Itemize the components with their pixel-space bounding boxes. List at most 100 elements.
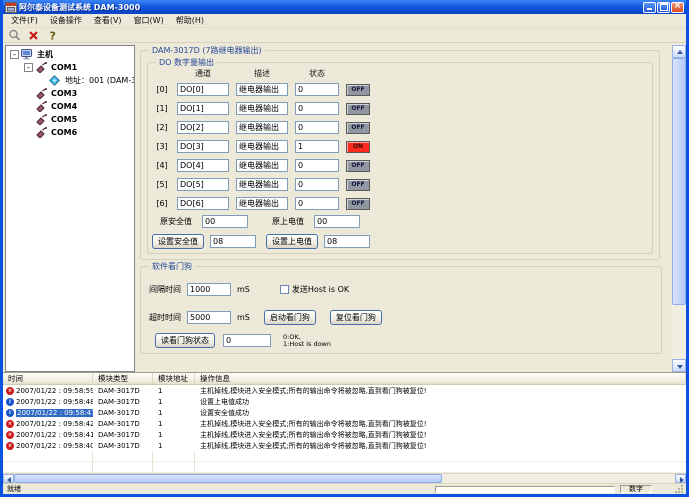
do-index-label-6: [6] <box>154 199 170 208</box>
do-desc-input-2[interactable] <box>236 121 288 134</box>
tree-item-com1[interactable]: -COM1 <box>6 61 134 74</box>
log-row-1[interactable]: i2007/01/22 : 09:58:48DAM-3017D1设置上电值成功 <box>3 396 686 407</box>
log-horizontal-scrollbar[interactable] <box>3 473 686 483</box>
app-window: 阿尔泰设备测试系统 DAM-3000 文件(F)设备操作查看(V)窗口(W)帮助… <box>0 0 689 497</box>
menu-item-file[interactable]: 文件(F) <box>5 14 44 27</box>
log-address-cell: 1 <box>153 442 195 450</box>
do-channel-input-1[interactable] <box>177 102 229 115</box>
tree-item-com5[interactable]: COM5 <box>6 113 134 126</box>
resize-grip[interactable] <box>674 485 684 494</box>
send-host-checkbox[interactable] <box>280 285 289 294</box>
do-status-input-1[interactable] <box>295 102 339 115</box>
menu-item-device-operation[interactable]: 设备操作 <box>44 14 88 27</box>
reset-watchdog-button[interactable]: 复位看门狗 <box>330 310 382 325</box>
hscrollbar-track[interactable] <box>14 474 675 483</box>
log-row-5[interactable]: ×2007/01/22 : 09:58:40DAM-3017D1主机掉线,模块进… <box>3 440 686 451</box>
do-status-input-4[interactable] <box>295 159 339 172</box>
do-desc-input-6[interactable] <box>236 197 288 210</box>
set-power-value-input[interactable] <box>324 235 370 248</box>
menu-item-view[interactable]: 查看(V) <box>88 14 128 27</box>
window-title: 阿尔泰设备测试系统 DAM-3000 <box>19 2 642 13</box>
do-column-header-2: 状态 <box>295 68 339 79</box>
computer-icon <box>21 49 34 60</box>
titlebar[interactable]: 阿尔泰设备测试系统 DAM-3000 <box>3 0 686 14</box>
tree-item-com3[interactable]: COM3 <box>6 87 134 100</box>
do-channel-input-4[interactable] <box>177 159 229 172</box>
do-channel-input-3[interactable] <box>177 140 229 153</box>
main-vertical-scrollbar[interactable] <box>672 45 686 372</box>
do-toggle-button-1[interactable]: OFF <box>346 103 370 115</box>
tree-item-address-001[interactable]: 地址：001 (DAM-3017D) <box>6 74 134 87</box>
log-column-module-address[interactable]: 模块地址 <box>153 373 195 384</box>
do-channel-input-6[interactable] <box>177 197 229 210</box>
timeout-input[interactable] <box>187 311 231 324</box>
do-status-input-5[interactable] <box>295 178 339 191</box>
do-desc-input-0[interactable] <box>236 83 288 96</box>
menu-item-help[interactable]: 帮助(H) <box>170 14 210 27</box>
do-channel-input-0[interactable] <box>177 83 229 96</box>
maximize-button[interactable] <box>657 2 670 13</box>
log-column-operation-info[interactable]: 操作信息 <box>195 373 686 384</box>
do-toggle-button-5[interactable]: OFF <box>346 179 370 191</box>
do-toggle-button-0[interactable]: OFF <box>346 84 370 96</box>
watchdog-status-field[interactable] <box>223 334 271 347</box>
minimize-button[interactable] <box>643 2 656 13</box>
red-x-icon[interactable] <box>25 29 41 42</box>
tree-item-com4[interactable]: COM4 <box>6 100 134 113</box>
tree-item-label: COM6 <box>51 128 77 137</box>
do-toggle-button-2[interactable]: OFF <box>346 122 370 134</box>
do-desc-input-4[interactable] <box>236 159 288 172</box>
scroll-up-icon[interactable] <box>672 45 686 58</box>
do-toggle-button-4[interactable]: OFF <box>346 160 370 172</box>
do-status-input-6[interactable] <box>295 197 339 210</box>
interval-input[interactable] <box>187 283 231 296</box>
do-row-4: [4]OFF <box>154 156 370 175</box>
do-column-headers: 通道描述状态 <box>154 67 370 80</box>
log-panel: 时间模块类型模块地址操作信息 ×2007/01/22 : 09:58:59DAM… <box>3 372 686 473</box>
menu-item-window[interactable]: 窗口(W) <box>128 14 170 27</box>
do-channel-input-2[interactable] <box>177 121 229 134</box>
do-status-input-3[interactable] <box>295 140 339 153</box>
log-row-3[interactable]: ×2007/01/22 : 09:58:42DAM-3017D1主机掉线,模块进… <box>3 418 686 429</box>
do-status-input-2[interactable] <box>295 121 339 134</box>
scroll-left-icon[interactable] <box>3 474 14 483</box>
do-desc-input-3[interactable] <box>236 140 288 153</box>
orig-safe-value-field[interactable] <box>202 215 248 228</box>
do-status-input-0[interactable] <box>295 83 339 96</box>
log-row-0[interactable]: ×2007/01/22 : 09:58:59DAM-3017D1主机掉线,模块进… <box>3 385 686 396</box>
read-watchdog-status-button[interactable]: 读看门狗状态 <box>155 333 215 348</box>
log-module-cell: DAM-3017D <box>93 431 153 439</box>
log-message-cell: 设置安全值成功 <box>195 408 686 418</box>
log-time-cell: ×2007/01/22 : 09:58:40 <box>3 442 93 450</box>
scrollbar-thumb[interactable] <box>672 58 686 305</box>
log-row-4[interactable]: ×2007/01/22 : 09:58:41DAM-3017D1主机掉线,模块进… <box>3 429 686 440</box>
scroll-down-icon[interactable] <box>672 359 686 372</box>
magnifier-icon[interactable] <box>6 29 22 42</box>
do-channel-input-5[interactable] <box>177 178 229 191</box>
log-row-2[interactable]: i2007/01/22 : 09:58:47DAM-3017D1设置安全值成功 <box>3 407 686 418</box>
set-safe-value-button[interactable]: 设置安全值 <box>152 234 204 249</box>
set-safe-value-input[interactable] <box>210 235 256 248</box>
close-button[interactable] <box>671 2 684 13</box>
do-toggle-button-3[interactable]: ON <box>346 141 370 153</box>
help-question-icon[interactable]: ? <box>44 29 60 42</box>
orig-power-value-field[interactable] <box>314 215 360 228</box>
do-toggle-button-6[interactable]: OFF <box>346 198 370 210</box>
log-address-cell: 1 <box>153 420 195 428</box>
tree-item-label: 地址：001 (DAM-3017D) <box>65 75 135 86</box>
do-desc-input-1[interactable] <box>236 102 288 115</box>
collapse-minus-icon[interactable]: - <box>24 63 33 72</box>
do-desc-input-5[interactable] <box>236 178 288 191</box>
log-time-cell: ×2007/01/22 : 09:58:41 <box>3 431 93 439</box>
set-power-value-button[interactable]: 设置上电值 <box>266 234 318 249</box>
scroll-right-icon[interactable] <box>675 474 686 483</box>
start-watchdog-button[interactable]: 启动看门狗 <box>264 310 316 325</box>
column-separator <box>92 451 93 473</box>
tree-item-host[interactable]: -主机 <box>6 48 134 61</box>
hscrollbar-thumb[interactable] <box>14 474 442 483</box>
log-column-time[interactable]: 时间 <box>3 373 93 384</box>
log-column-module-type[interactable]: 模块类型 <box>93 373 153 384</box>
tree-item-com6[interactable]: COM6 <box>6 126 134 139</box>
collapse-minus-icon[interactable]: - <box>10 50 19 59</box>
scrollbar-track[interactable] <box>672 58 686 359</box>
